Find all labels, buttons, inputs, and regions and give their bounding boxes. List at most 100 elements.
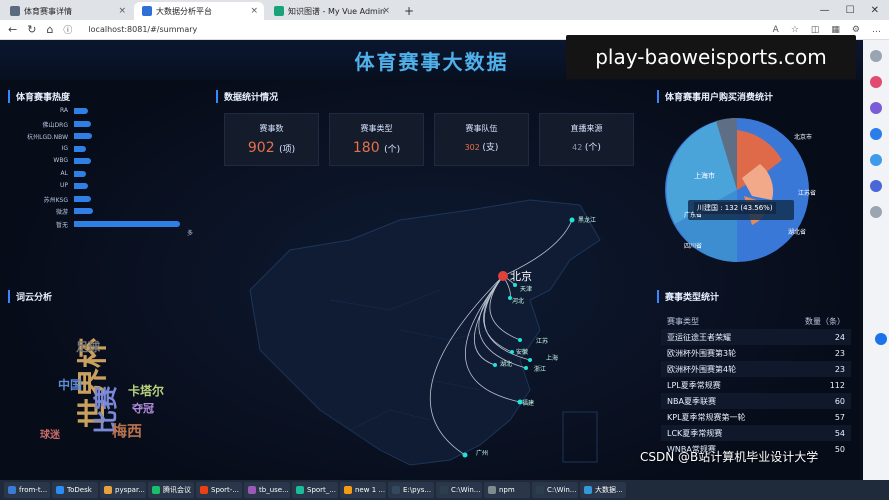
taskbar-item[interactable]: npm bbox=[484, 482, 530, 498]
stat-card-events: 赛事数 902 (项) bbox=[224, 113, 319, 166]
browser-tab-1[interactable]: 体育赛事详情 × bbox=[2, 2, 132, 20]
heat-bar-label: UP bbox=[59, 182, 68, 189]
reload-icon[interactable]: ↻ bbox=[27, 23, 36, 36]
heat-bar-row: RA bbox=[0, 107, 200, 115]
browser-tab-bar: 体育赛事详情 × 大数据分析平台 × 知识图谱 - My Vue Admin × + … bbox=[0, 0, 889, 20]
close-tab-icon[interactable]: × bbox=[118, 6, 126, 16]
read-aloud-icon[interactable]: A bbox=[773, 25, 779, 35]
app-icon bbox=[152, 486, 160, 494]
types-table: 赛事类型 数量（条） 亚运征途王者荣耀 24 欧洲杯外围赛第3轮 23 欧洲杯外围赛第… bbox=[661, 313, 851, 457]
heat-bar bbox=[74, 183, 89, 189]
taskbar-item[interactable]: C:\Win... bbox=[532, 482, 578, 498]
taskbar-label: Sport-... bbox=[211, 486, 239, 494]
search-icon[interactable] bbox=[870, 50, 882, 62]
minimize-icon[interactable]: — bbox=[820, 5, 830, 16]
drop-icon[interactable] bbox=[870, 180, 882, 192]
map-city-label: 福建 bbox=[522, 400, 535, 407]
heat-bar-row: UP bbox=[0, 182, 200, 190]
page-icon bbox=[274, 6, 284, 16]
app-icon bbox=[56, 486, 64, 494]
taskbar-item[interactable]: pyspar... bbox=[100, 482, 146, 498]
pie-label: 江苏省 bbox=[798, 190, 817, 197]
heat-bar-label: IG bbox=[61, 144, 68, 152]
maximize-icon[interactable]: ☐ bbox=[846, 5, 855, 16]
info-icon[interactable]: ⓘ bbox=[63, 23, 72, 36]
app-icon bbox=[440, 486, 448, 494]
taskbar-label: pyspar... bbox=[115, 486, 145, 494]
heat-bar bbox=[74, 170, 86, 177]
heat-bar bbox=[74, 145, 86, 152]
table-row: 欧洲杯外围赛第4轮 23 bbox=[661, 361, 851, 377]
map-city-label: 河北 bbox=[512, 298, 525, 305]
map-center-label: 北京 bbox=[510, 270, 532, 283]
office-icon[interactable] bbox=[870, 128, 882, 140]
close-tab-icon[interactable]: × bbox=[382, 6, 390, 16]
taskbar-item[interactable]: new 1 ... bbox=[340, 482, 386, 498]
taskbar-label: from-t... bbox=[19, 486, 48, 494]
map-city-label: 安徽 bbox=[516, 349, 529, 356]
heat-bar-label: WBG bbox=[53, 157, 68, 164]
url-field[interactable]: localhost:8081/#/summary bbox=[88, 25, 197, 34]
app-icon bbox=[248, 486, 256, 494]
taskbar: from-t... ToDesk pyspar... 腾讯会议 Sport-... tb_… bbox=[0, 480, 889, 500]
shopping-icon[interactable] bbox=[870, 76, 882, 88]
table-header: 赛事类型 数量（条） bbox=[667, 316, 845, 326]
pie-tooltip: 川建国 : 132 (43.56%) bbox=[694, 202, 776, 214]
taskbar-item[interactable]: 大数据... bbox=[580, 482, 626, 498]
word-cloud: 世界杯 比赛 卡塔尔 梅西 足球 中国 夺冠 球迷 bbox=[40, 338, 165, 441]
app-icon bbox=[104, 486, 112, 494]
extensions-icon[interactable]: ⚙ bbox=[852, 25, 860, 35]
heat-bar bbox=[74, 220, 180, 227]
beijing-marker bbox=[498, 271, 508, 281]
section-title-stats: 数据统计情况 bbox=[216, 90, 278, 103]
browser-tab-3[interactable]: 知识图谱 - My Vue Admin × bbox=[266, 2, 396, 20]
back-icon[interactable]: ← bbox=[8, 23, 17, 36]
taskbar-item[interactable]: Sport-... bbox=[196, 482, 242, 498]
heat-bar-row: 苏州KSG bbox=[0, 195, 200, 204]
taskbar-item[interactable]: ToDesk bbox=[52, 482, 98, 498]
taskbar-item[interactable]: E:\pys... bbox=[388, 482, 434, 498]
heat-bar-row: 微游 bbox=[0, 207, 200, 216]
taskbar-item[interactable]: C:\Win... bbox=[436, 482, 482, 498]
browser-tab-2[interactable]: 大数据分析平台 × bbox=[134, 2, 264, 20]
expand-chevron-icon[interactable] bbox=[875, 333, 887, 345]
heat-bar bbox=[74, 120, 91, 127]
page-icon bbox=[10, 6, 20, 16]
collections-icon[interactable]: ▦ bbox=[831, 25, 840, 35]
taskbar-item[interactable]: from-t... bbox=[4, 482, 50, 498]
taskbar-item[interactable]: Sport_... bbox=[292, 482, 338, 498]
dashboard: 体育赛事大数据 体育赛事热度 RA 佛山DRG 杭州LGD.NBW IG WBG AL UP… bbox=[0, 40, 863, 480]
home-icon[interactable]: ⌂ bbox=[46, 23, 53, 36]
taskbar-label: 大数据... bbox=[595, 486, 623, 494]
table-row: LCK夏季常规赛 54 bbox=[661, 425, 851, 441]
heat-bar-label: 暂无 bbox=[55, 221, 68, 229]
app-icon bbox=[296, 486, 304, 494]
more-icon[interactable]: … bbox=[872, 25, 881, 35]
taskbar-label: C:\Win... bbox=[547, 486, 577, 494]
app-icon bbox=[488, 486, 496, 494]
pie-label: 上海市 bbox=[694, 172, 715, 180]
tools-icon[interactable] bbox=[870, 102, 882, 114]
heat-bar bbox=[74, 158, 91, 164]
close-window-icon[interactable]: ✕ bbox=[871, 5, 879, 16]
heat-bar-row: AL bbox=[0, 170, 200, 178]
add-icon[interactable] bbox=[870, 206, 882, 218]
table-row: 亚运征途王者荣耀 24 bbox=[661, 329, 851, 345]
heat-bar bbox=[74, 133, 92, 139]
heat-bar bbox=[74, 208, 94, 214]
new-tab-button[interactable]: + bbox=[396, 2, 422, 20]
taskbar-label: Sport_... bbox=[307, 486, 336, 494]
section-title-heat: 体育赛事热度 bbox=[8, 90, 70, 103]
heat-bar bbox=[74, 195, 91, 202]
csdn-watermark: CSDN @B站计算机毕业设计大学 bbox=[640, 450, 819, 464]
china-map bbox=[249, 199, 601, 466]
stat-card-sources: 直播来源 42 (个) bbox=[539, 113, 634, 166]
split-icon[interactable]: ◫ bbox=[811, 25, 820, 35]
favorite-icon[interactable]: ☆ bbox=[791, 25, 799, 35]
taskbar-item[interactable]: 腾讯会议 bbox=[148, 482, 194, 498]
outlook-icon[interactable] bbox=[870, 154, 882, 166]
stat-card-types: 赛事类型 180 (个) bbox=[329, 113, 424, 166]
close-tab-icon[interactable]: × bbox=[250, 6, 258, 16]
taskbar-label: 腾讯会议 bbox=[163, 486, 191, 494]
taskbar-item[interactable]: tb_use... bbox=[244, 482, 290, 498]
